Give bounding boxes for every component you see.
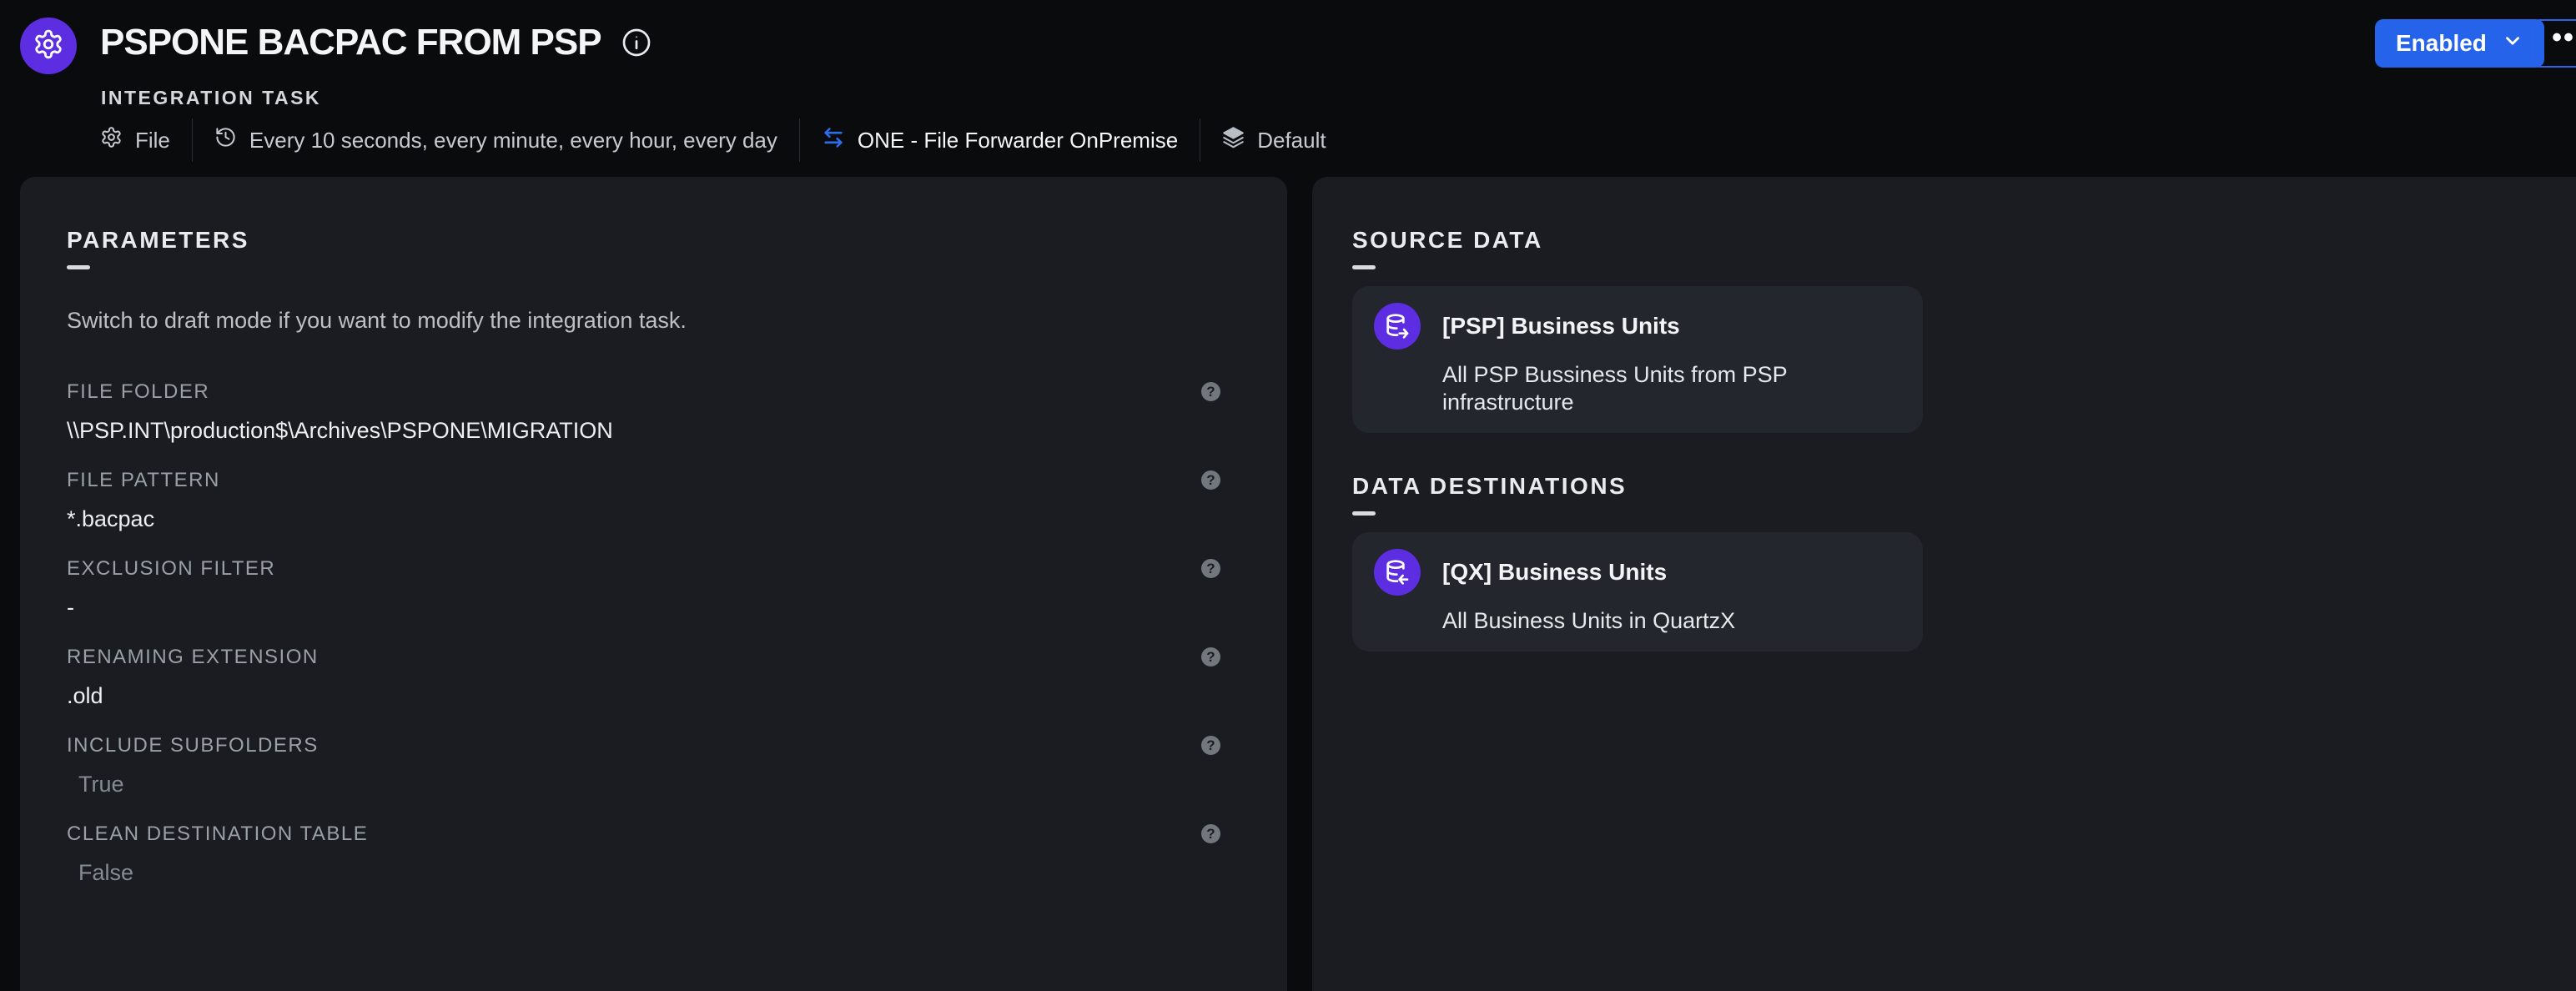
heading-underline	[1352, 511, 1376, 516]
field-renaming-extension: RENAMING EXTENSION .old ?	[67, 645, 1220, 710]
meta-schedule: Every 10 seconds, every minute, every ho…	[193, 126, 799, 154]
chevron-down-icon	[2502, 30, 2523, 58]
destination-card-title: [QX] Business Units	[1442, 559, 1901, 586]
source-data-card[interactable]: [PSP] Business Units All PSP Bussiness U…	[1352, 286, 1923, 433]
help-icon[interactable]: ?	[1201, 382, 1220, 401]
meta-connector-label: ONE - File Forwarder OnPremise	[858, 128, 1178, 153]
help-icon[interactable]: ?	[1201, 824, 1220, 843]
field-value: False	[67, 859, 1220, 887]
ellipsis-icon: •••	[2552, 29, 2576, 46]
history-clock-icon	[214, 126, 237, 154]
field-value: \\PSP.INT\production$\Archives\PSPONE\MI…	[67, 417, 1220, 445]
field-label: RENAMING EXTENSION	[67, 645, 1220, 670]
heading-underline	[1352, 265, 1376, 269]
more-actions-button[interactable]: •••	[2532, 19, 2576, 68]
field-label: EXCLUSION FILTER	[67, 556, 1220, 581]
field-clean-destination-table: CLEAN DESTINATION TABLE False ?	[67, 822, 1220, 887]
database-export-icon	[1374, 303, 1421, 350]
status-enabled-button[interactable]: Enabled	[2375, 19, 2544, 68]
task-meta-toolbar: File Every 10 seconds, every minute, eve…	[87, 117, 1348, 163]
info-icon[interactable]	[621, 28, 652, 58]
source-destination-panel: SOURCE DATA [PSP] Business Units All PSP…	[1312, 177, 2576, 991]
field-include-subfolders: INCLUDE SUBFOLDERS True ?	[67, 733, 1220, 798]
field-label: FILE FOLDER	[67, 380, 1220, 405]
meta-connector[interactable]: ONE - File Forwarder OnPremise	[800, 126, 1200, 155]
heading-underline	[67, 265, 90, 269]
layers-icon	[1222, 126, 1245, 154]
page-subtitle: INTEGRATION TASK	[101, 87, 321, 109]
destination-card-description: All Business Units in QuartzX	[1442, 607, 1901, 635]
field-file-folder: FILE FOLDER \\PSP.INT\production$\Archiv…	[67, 380, 1220, 445]
meta-task-type: File	[87, 126, 192, 154]
parameters-panel: PARAMETERS Switch to draft mode if you w…	[20, 177, 1287, 991]
meta-schedule-label: Every 10 seconds, every minute, every ho…	[249, 128, 777, 153]
gear-icon	[100, 126, 123, 154]
field-value: -	[67, 594, 1220, 621]
source-card-title: [PSP] Business Units	[1442, 313, 1901, 340]
destination-data-card[interactable]: [QX] Business Units All Business Units i…	[1352, 532, 1923, 651]
field-exclusion-filter: EXCLUSION FILTER - ?	[67, 556, 1220, 621]
source-data-heading: SOURCE DATA	[1352, 225, 2576, 255]
parameters-fields: FILE FOLDER \\PSP.INT\production$\Archiv…	[67, 380, 1220, 887]
parameters-heading: PARAMETERS	[67, 225, 1220, 255]
field-label: INCLUDE SUBFOLDERS	[67, 733, 1220, 758]
help-icon[interactable]: ?	[1201, 470, 1220, 490]
draft-mode-note: Switch to draft mode if you want to modi…	[67, 306, 1220, 335]
status-enabled-label: Enabled	[2396, 30, 2487, 57]
source-card-description: All PSP Bussiness Units from PSP infrast…	[1442, 361, 1901, 416]
help-icon[interactable]: ?	[1201, 559, 1220, 578]
meta-environment-label: Default	[1257, 128, 1326, 153]
field-value: True	[67, 771, 1220, 798]
data-destinations-heading: DATA DESTINATIONS	[1352, 471, 2576, 501]
meta-task-type-label: File	[135, 128, 170, 153]
field-label: FILE PATTERN	[67, 468, 1220, 493]
swap-arrows-icon	[822, 126, 845, 155]
field-file-pattern: FILE PATTERN *.bacpac ?	[67, 468, 1220, 533]
gear-icon	[33, 28, 64, 64]
page-title: PSPONE BACPAC FROM PSP	[100, 22, 601, 63]
database-import-icon	[1374, 549, 1421, 596]
field-label: CLEAN DESTINATION TABLE	[67, 822, 1220, 847]
field-value: *.bacpac	[67, 506, 1220, 533]
task-type-icon	[20, 18, 77, 74]
help-icon[interactable]: ?	[1201, 647, 1220, 667]
help-icon[interactable]: ?	[1201, 736, 1220, 755]
meta-environment: Default	[1200, 126, 1347, 154]
field-value: .old	[67, 682, 1220, 710]
